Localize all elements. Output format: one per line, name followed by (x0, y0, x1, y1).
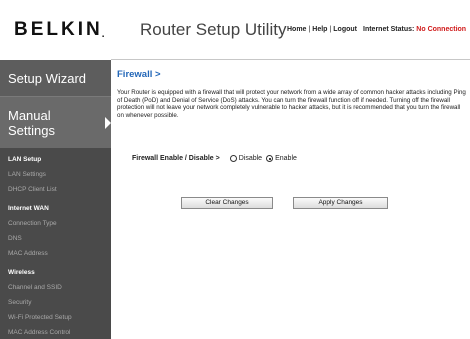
sidebar-item-channel-and-ssid[interactable]: Channel and SSID (0, 280, 111, 295)
header-links: Home | Help | Logout Internet Status: No Conn… (287, 26, 466, 33)
logo-text: BELKIN (14, 19, 103, 40)
home-link[interactable]: Home (287, 26, 306, 33)
sidebar-item-mac-address-control[interactable]: MAC Address Control (0, 325, 111, 339)
sidebar-section-wireless: Wireless (8, 269, 35, 276)
enable-option[interactable]: Enable (266, 155, 297, 162)
sidebar-item-lan-settings[interactable]: LAN Settings (0, 167, 111, 182)
disable-label: Disable (238, 155, 263, 162)
sidebar: Setup Wizard Manual Settings LAN Setup L… (0, 60, 111, 339)
logout-link[interactable]: Logout (333, 26, 357, 33)
sidebar-item-dhcp-client-list[interactable]: DHCP Client List (0, 182, 111, 197)
sidebar-section-internet-wan: Internet WAN (8, 205, 49, 212)
internet-status-label: Internet Status: (363, 26, 415, 33)
sidebar-nav: LAN Setup LAN Settings DHCP Client List … (0, 148, 111, 339)
sidebar-item-mac-address[interactable]: MAC Address (0, 246, 111, 261)
sidebar-item-connection-type[interactable]: Connection Type (0, 216, 111, 231)
app-title: Router Setup Utility (140, 20, 287, 39)
page-title: Firewall > (117, 69, 161, 80)
firewall-toggle-row: Firewall Enable / Disable > Disable Enab… (132, 155, 301, 162)
disable-radio[interactable] (229, 155, 237, 162)
help-link[interactable]: Help (312, 26, 327, 33)
sidebar-item-wifi-protected-setup[interactable]: Wi-Fi Protected Setup (0, 310, 111, 325)
sidebar-item-security[interactable]: Security (0, 295, 111, 310)
belkin-logo[interactable]: BELKIN. (0, 0, 111, 60)
manual-settings-label: Manual Settings (8, 107, 55, 138)
firewall-description: Your Router is equipped with a firewall … (117, 89, 466, 119)
enable-radio[interactable] (266, 155, 274, 162)
disable-option[interactable]: Disable (229, 155, 263, 162)
sidebar-item-dns[interactable]: DNS (0, 231, 111, 246)
main-content: Firewall > Your Router is equipped with … (111, 60, 470, 339)
sidebar-section-lan-setup: LAN Setup (8, 156, 42, 163)
firewall-label: Firewall Enable / Disable > (132, 155, 220, 162)
setup-wizard-link[interactable]: Setup Wizard (0, 60, 111, 96)
enable-label: Enable (275, 155, 297, 162)
logo-mark: . (101, 29, 105, 40)
header: BELKIN. Router Setup Utility Home | Help | L… (0, 0, 470, 60)
clear-changes-button[interactable]: Clear Changes (181, 197, 273, 209)
manual-settings-link[interactable]: Manual Settings (0, 96, 111, 148)
internet-status-value: No Connection (416, 26, 467, 33)
apply-changes-button[interactable]: Apply Changes (293, 197, 388, 209)
